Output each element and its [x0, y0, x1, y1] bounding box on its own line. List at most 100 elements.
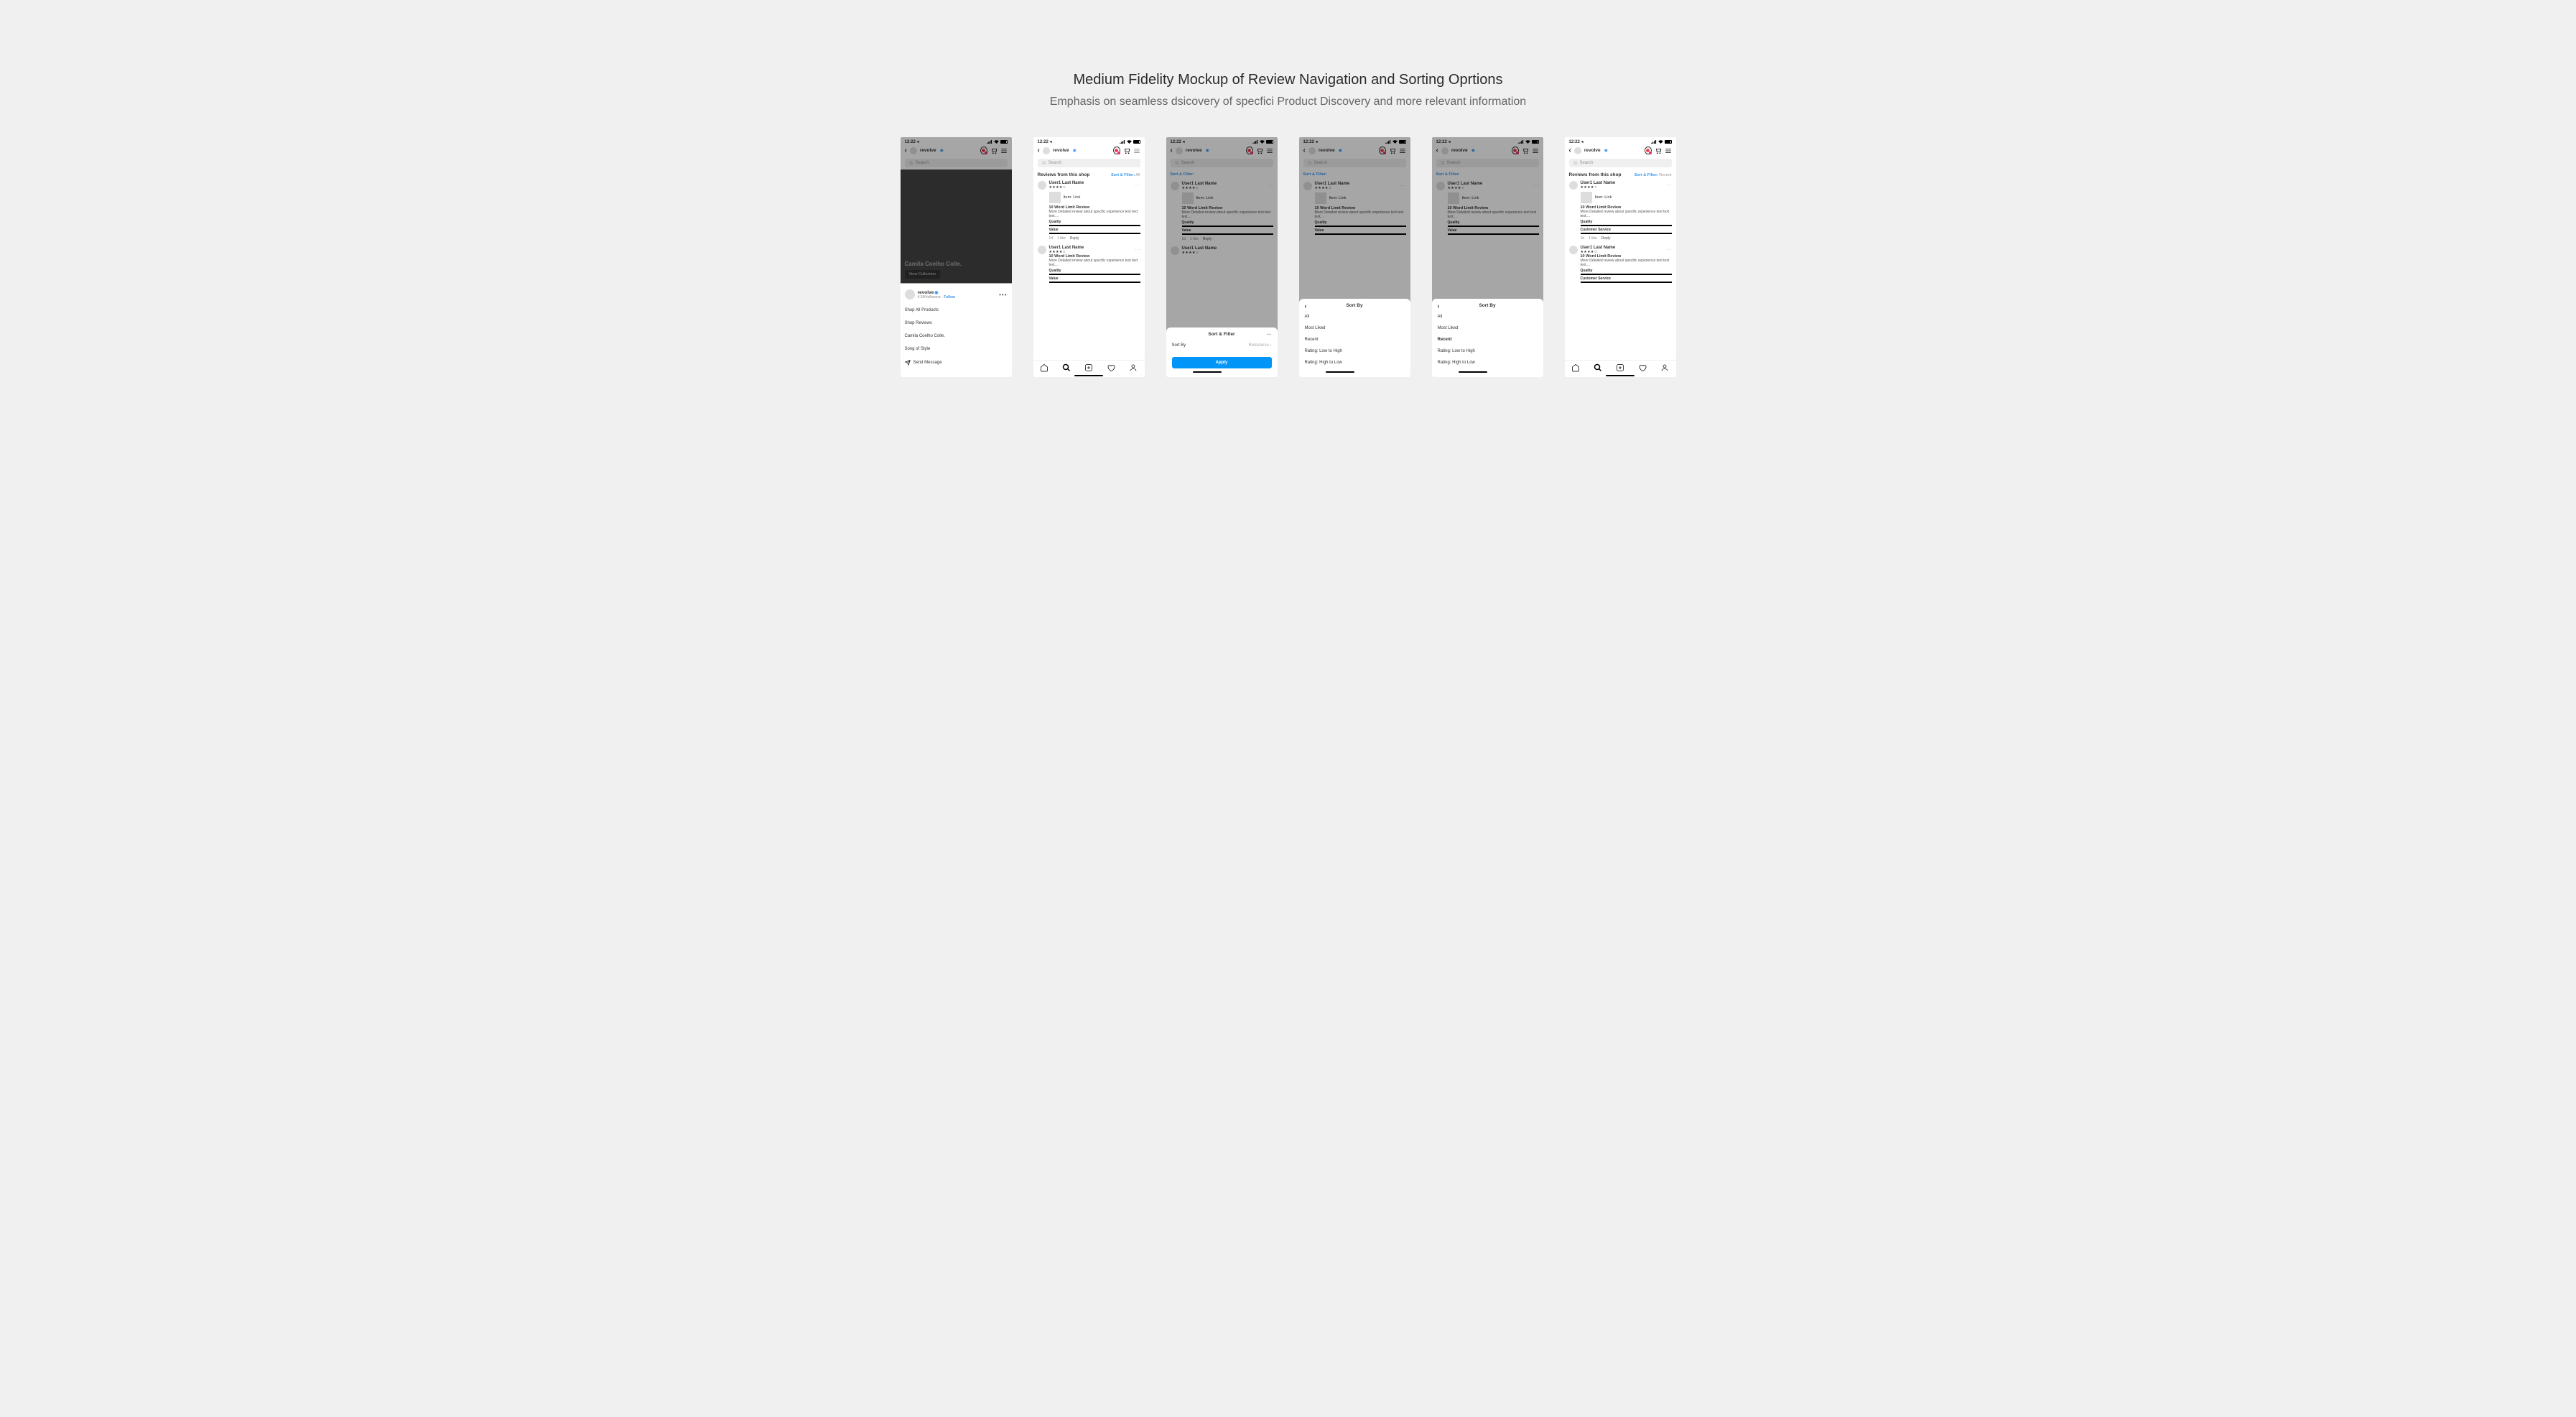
home-indicator[interactable] [1459, 371, 1487, 373]
back-button[interactable]: ‹ [905, 147, 907, 154]
sort-filter-link-top[interactable]: Sort & Filter: [1299, 169, 1410, 180]
search-input[interactable]: Search [905, 159, 1008, 167]
avatar[interactable] [905, 289, 915, 299]
search-input[interactable]: Search [1436, 159, 1539, 167]
review-more-icon[interactable]: ⋯ [1401, 183, 1406, 189]
shop-eye-icon[interactable] [1512, 147, 1519, 154]
sort-recent[interactable]: Recent [1432, 334, 1543, 345]
review-likes[interactable]: 1 like [1190, 237, 1199, 241]
shop-name[interactable]: revolve [1319, 148, 1335, 153]
sort-rating-high[interactable]: Rating: High to Low [1432, 357, 1543, 368]
review-likes[interactable]: 1 like [1057, 236, 1066, 241]
review-reply[interactable]: Reply [1070, 236, 1079, 241]
sort-rating-low[interactable]: Rating: Low to High [1432, 345, 1543, 357]
cart-icon[interactable] [1389, 147, 1396, 154]
hamburger-icon[interactable] [1266, 147, 1273, 154]
menu-song[interactable]: Song of Style [901, 343, 1012, 356]
back-button[interactable]: ‹ [1171, 147, 1173, 154]
sort-all[interactable]: All [1432, 311, 1543, 322]
menu-shop-reviews[interactable]: Shop Reviews [901, 317, 1012, 330]
hamburger-icon[interactable] [1665, 147, 1672, 154]
product-link[interactable]: Item: Link [1462, 196, 1479, 200]
home-indicator[interactable] [1326, 371, 1354, 373]
menu-collection[interactable]: Camila Coelho Colle. [901, 330, 1012, 343]
sort-filter-link[interactable]: Sort & Filter:Recent [1635, 173, 1672, 177]
cart-icon[interactable] [1655, 147, 1662, 154]
review-more-icon[interactable]: ⋯ [1135, 182, 1140, 188]
back-button[interactable]: ‹ [1436, 147, 1438, 154]
shop-eye-icon[interactable] [1379, 147, 1386, 154]
hamburger-icon[interactable] [1532, 147, 1539, 154]
review-more-icon[interactable]: ⋯ [1667, 182, 1672, 188]
product-link[interactable]: Item: Link [1329, 196, 1347, 200]
sheet-more-icon[interactable]: ⋯ [1267, 332, 1272, 338]
shop-eye-icon[interactable] [1246, 147, 1253, 154]
review-likes[interactable]: 1 like [1589, 236, 1597, 241]
sort-rating-high[interactable]: Rating: High to Low [1299, 357, 1410, 368]
shop-avatar[interactable] [910, 147, 917, 154]
nav-home-icon[interactable] [1040, 363, 1048, 372]
home-indicator[interactable] [1606, 375, 1635, 376]
product-link[interactable]: Item: Link [1196, 196, 1214, 200]
sort-most-liked[interactable]: Most Liked [1299, 322, 1410, 334]
shop-avatar[interactable] [1176, 147, 1183, 154]
sheet-back-button[interactable]: ‹ [1305, 302, 1307, 310]
review-avatar[interactable] [1038, 246, 1046, 254]
product-thumbnail[interactable] [1581, 192, 1592, 203]
shop-name[interactable]: revolve [1584, 148, 1601, 153]
product-link[interactable]: Item: Link [1064, 195, 1081, 200]
cart-icon[interactable] [990, 147, 998, 154]
hamburger-icon[interactable] [1399, 147, 1406, 154]
product-thumbnail[interactable] [1049, 192, 1061, 203]
sort-by-row[interactable]: Sort By Relevance › [1166, 340, 1278, 351]
sort-filter-link[interactable]: Sort & Filter:All [1111, 173, 1140, 177]
nav-profile-icon[interactable] [1660, 363, 1669, 372]
shop-name[interactable]: revolve [1053, 148, 1069, 153]
search-input[interactable]: Search [1171, 159, 1273, 167]
home-indicator[interactable] [1193, 371, 1222, 373]
nav-add-icon[interactable] [1616, 363, 1624, 372]
sort-recent[interactable]: Recent [1299, 334, 1410, 345]
sort-rating-low[interactable]: Rating: Low to High [1299, 345, 1410, 357]
search-input[interactable]: Search [1303, 159, 1406, 167]
shop-eye-icon[interactable] [1645, 147, 1652, 154]
menu-send-message[interactable]: Send Message [901, 356, 1012, 370]
product-link[interactable]: Item: Link [1595, 195, 1612, 200]
review-avatar[interactable] [1171, 182, 1179, 190]
hamburger-icon[interactable] [1000, 147, 1008, 154]
nav-home-icon[interactable] [1571, 363, 1580, 372]
review-avatar[interactable] [1436, 182, 1445, 190]
shop-avatar[interactable] [1308, 147, 1316, 154]
nav-search-icon[interactable] [1594, 363, 1602, 372]
shop-eye-icon[interactable] [1113, 147, 1120, 154]
view-collection-button[interactable]: View Collection [905, 270, 941, 279]
nav-heart-icon[interactable] [1638, 363, 1647, 372]
product-thumbnail[interactable] [1315, 192, 1326, 204]
nav-add-icon[interactable] [1084, 363, 1093, 372]
review-more-icon[interactable]: ⋯ [1135, 247, 1140, 253]
hamburger-icon[interactable] [1133, 147, 1140, 154]
search-input[interactable]: Search [1038, 159, 1140, 167]
nav-search-icon[interactable] [1062, 363, 1071, 372]
shop-name[interactable]: revolve [920, 148, 936, 153]
review-reply[interactable]: Reply [1601, 236, 1611, 241]
product-thumbnail[interactable] [1182, 192, 1194, 204]
review-avatar[interactable] [1569, 181, 1578, 190]
cart-icon[interactable] [1123, 147, 1130, 154]
search-input[interactable]: Search [1569, 159, 1672, 167]
review-more-icon[interactable]: ⋯ [1268, 183, 1273, 189]
sort-filter-link-top[interactable]: Sort & Filter: [1166, 169, 1278, 180]
nav-profile-icon[interactable] [1129, 363, 1138, 372]
review-avatar[interactable] [1303, 182, 1312, 190]
sheet-back-button[interactable]: ‹ [1438, 302, 1440, 310]
menu-shop-all[interactable]: Shop All Products [901, 304, 1012, 317]
follow-link[interactable]: Follow [944, 295, 955, 299]
cart-icon[interactable] [1522, 147, 1529, 154]
sort-most-liked[interactable]: Most Liked [1432, 322, 1543, 334]
shop-avatar[interactable] [1441, 147, 1449, 154]
nav-heart-icon[interactable] [1107, 363, 1115, 372]
home-indicator[interactable] [1074, 375, 1103, 376]
sort-filter-link-top[interactable]: Sort & Filter: [1432, 169, 1543, 180]
shop-name[interactable]: revolve [1186, 148, 1202, 153]
back-button[interactable]: ‹ [1303, 147, 1306, 154]
